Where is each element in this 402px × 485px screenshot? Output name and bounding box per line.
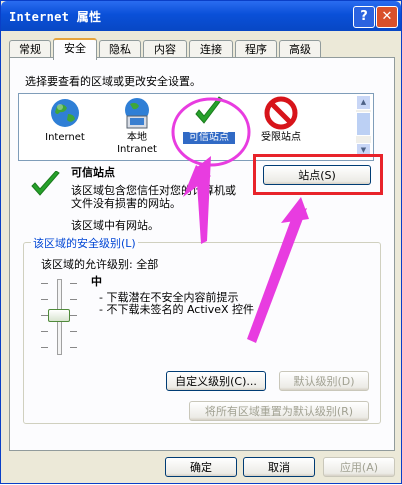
annotation-arrow-up-sites	[247, 208, 307, 343]
tab-security[interactable]: 安全	[53, 38, 97, 60]
annotation-arrows	[171, 97, 309, 343]
annotation-circle-trusted	[171, 97, 251, 167]
internet-properties-window: Internet 属性 ? ✕ 常规 安全 隐私 内容 连接 程序 高级 选择要…	[0, 0, 402, 484]
